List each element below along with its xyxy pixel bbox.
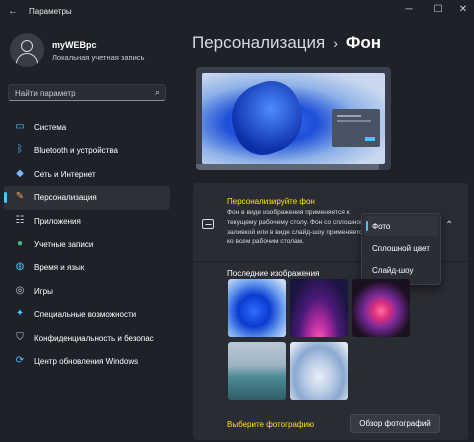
sidebar-item-accessibility[interactable]: ✦ Специальные возможности: [4, 303, 170, 326]
chevron-up-icon[interactable]: ⌃: [445, 220, 453, 231]
recent-image-thumbnail[interactable]: [290, 279, 348, 337]
search-input[interactable]: [15, 87, 150, 99]
background-setting-title: Персонализируйте фон: [227, 197, 315, 206]
browse-photos-button[interactable]: Обзор фотографий: [350, 414, 440, 433]
background-setting-description: Фон в виде изображения применяется к тек…: [227, 209, 366, 246]
sidebar-item-time-language[interactable]: ◍ Время и язык: [4, 256, 170, 279]
image-icon: [202, 219, 214, 229]
desktop-preview: [196, 67, 391, 170]
dropdown-option-slideshow[interactable]: Слайд-шоу: [364, 260, 438, 280]
background-type-dropdown[interactable]: Фото Сплошной цвет Слайд-шоу: [361, 213, 441, 285]
sidebar-item-label: Bluetooth и устройства: [34, 146, 118, 156]
selection-indicator: [366, 221, 368, 231]
maximize-icon[interactable]: ☐: [429, 3, 447, 17]
recent-image-thumbnail[interactable]: [228, 342, 286, 400]
choose-photo-label: Выберите фотографию: [227, 420, 314, 429]
shield-icon: ⛉: [16, 331, 24, 343]
sidebar-item-privacy[interactable]: ⛉ Конфиденциальность и безопас: [4, 327, 170, 350]
recent-image-thumbnail[interactable]: [352, 279, 410, 337]
sidebar-item-label: Игры: [34, 286, 53, 296]
search-icon[interactable]: ⌕: [155, 87, 160, 98]
dropdown-option-label: Фото: [372, 222, 391, 231]
sidebar-item-network[interactable]: ◆ Сеть и Интернет: [4, 163, 170, 186]
sidebar-item-gaming[interactable]: ◎ Игры: [4, 280, 170, 303]
recent-image-thumbnail[interactable]: [228, 279, 286, 337]
globe-clock-icon: ◍: [15, 261, 25, 273]
person-icon: ●: [16, 237, 24, 249]
sidebar-item-label: Приложения: [34, 216, 81, 226]
sidebar-item-system[interactable]: ▭ Система: [4, 116, 170, 139]
update-icon: ⟳: [15, 354, 25, 366]
sidebar-item-label: Время и язык: [34, 263, 85, 273]
minimize-icon[interactable]: ─: [400, 3, 418, 17]
recent-image-thumbnail[interactable]: [290, 342, 348, 400]
sidebar-item-accounts[interactable]: ● Учетные записи: [4, 233, 170, 256]
gamepad-icon: ◎: [15, 284, 25, 296]
user-name: myWEBpc: [52, 40, 97, 50]
sidebar-item-bluetooth[interactable]: ᛒ Bluetooth и устройства: [4, 139, 170, 162]
sidebar-item-windows-update[interactable]: ⟳ Центр обновления Windows: [4, 350, 170, 373]
sidebar-item-label: Сеть и Интернет: [34, 169, 96, 179]
preview-window: [332, 109, 380, 147]
page-title: Фон: [345, 33, 382, 52]
sidebar-item-personalization[interactable]: ✎ Персонализация: [4, 186, 170, 210]
title-bar: ← Параметры ─ ☐ ✕: [0, 0, 474, 22]
dropdown-option-label: Слайд-шоу: [372, 266, 414, 275]
avatar[interactable]: [10, 33, 44, 67]
wifi-icon: ◆: [16, 167, 24, 179]
apps-icon: ☷: [15, 214, 25, 226]
brush-icon: ✎: [15, 191, 25, 203]
breadcrumb: Персонализация › Фон: [192, 33, 381, 53]
sidebar-item-label: Система: [34, 123, 67, 132]
window-title: Параметры: [29, 7, 72, 16]
close-icon[interactable]: ✕: [454, 3, 472, 17]
preview-taskbar: [196, 164, 379, 170]
selection-indicator: [4, 192, 7, 204]
dropdown-option-label: Сплошной цвет: [372, 244, 430, 253]
breadcrumb-parent[interactable]: Персонализация: [192, 33, 325, 52]
breadcrumb-separator: ›: [333, 35, 338, 51]
sidebar-nav: ▭ Система ᛒ Bluetooth и устройства ◆ Сет…: [4, 116, 170, 373]
preview-wallpaper: [202, 73, 385, 164]
back-arrow-icon[interactable]: ←: [8, 6, 18, 17]
sidebar-item-label: Специальные возможности: [34, 310, 137, 320]
sidebar-item-label: Персонализация: [34, 193, 97, 203]
account-type: Локальная учетная запись: [52, 53, 145, 62]
dropdown-option-photo[interactable]: Фото: [364, 216, 438, 236]
sidebar-item-label: Конфиденциальность и безопас: [34, 333, 154, 343]
recent-images-label: Последние изображения: [227, 269, 320, 278]
sidebar-item-label: Учетные записи: [34, 239, 94, 249]
bluetooth-icon: ᛒ: [17, 144, 23, 156]
search-box[interactable]: ⌕: [8, 84, 166, 101]
dropdown-option-solid-color[interactable]: Сплошной цвет: [364, 238, 438, 258]
sidebar-item-apps[interactable]: ☷ Приложения: [4, 210, 170, 233]
sidebar-item-label: Центр обновления Windows: [34, 356, 139, 366]
monitor-icon: ▭: [15, 121, 25, 132]
accessibility-icon: ✦: [15, 308, 25, 320]
